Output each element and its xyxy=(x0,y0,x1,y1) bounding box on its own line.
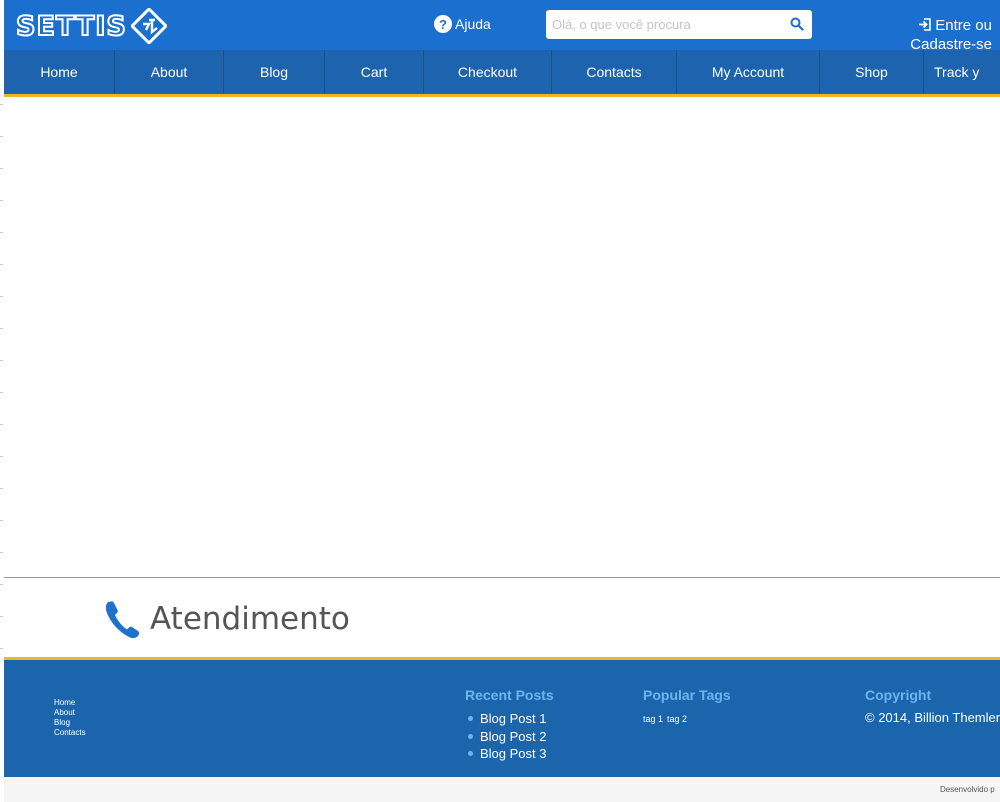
bullet-icon xyxy=(468,716,473,722)
atendimento-title: Atendimento xyxy=(150,601,350,637)
logo-mark-icon xyxy=(130,8,167,44)
login-link[interactable]: Entre ou Cadastre-se xyxy=(852,16,992,54)
nav-item-home[interactable]: Home xyxy=(4,50,115,94)
recent-post-label: Blog Post 3 xyxy=(480,746,547,761)
atendimento-section: Atendimento xyxy=(104,598,350,640)
search-input[interactable] xyxy=(546,11,776,38)
developed-by: Desenvolvido p xyxy=(940,785,995,794)
recent-post-label: Blog Post 2 xyxy=(480,728,547,744)
edge-tick xyxy=(0,424,3,425)
footer-link-contacts[interactable]: Contacts xyxy=(54,728,86,738)
sign-in-icon xyxy=(919,18,932,31)
recent-post-item[interactable]: Blog Post 2 xyxy=(468,728,547,746)
edge-tick xyxy=(0,264,3,265)
edge-tick xyxy=(0,360,3,361)
phone-icon xyxy=(105,601,140,639)
edge-tick xyxy=(0,200,3,201)
recent-post-item[interactable]: Blog Post 1 xyxy=(468,710,547,728)
edge-tick xyxy=(0,392,3,393)
edge-tick xyxy=(0,616,3,617)
footer-link-home[interactable]: Home xyxy=(54,698,86,708)
nav-item-my-account[interactable]: My Account xyxy=(677,50,820,94)
recent-post-item[interactable]: Blog Post 3 xyxy=(468,745,547,763)
copyright-title: Copyright xyxy=(865,687,932,703)
popular-tags-title: Popular Tags xyxy=(643,687,731,703)
edge-tick xyxy=(0,296,3,297)
logo-text: SETTIS xyxy=(15,10,127,43)
edge-tick xyxy=(0,552,3,553)
tag-link[interactable]: tag 1 xyxy=(643,714,663,724)
footer-link-blog[interactable]: Blog xyxy=(54,718,86,728)
nav-item-cart[interactable]: Cart xyxy=(325,50,424,94)
edge-tick xyxy=(0,488,3,489)
bullet-icon xyxy=(468,751,473,757)
edge-tick xyxy=(0,168,3,169)
logo[interactable]: SETTIS xyxy=(15,8,167,44)
nav-item-about[interactable]: About xyxy=(115,50,224,94)
nav-item-checkout[interactable]: Checkout xyxy=(424,50,552,94)
search-box xyxy=(546,10,812,39)
footer: Home About Blog Contacts Recent Posts Bl… xyxy=(4,657,1000,777)
edge-tick xyxy=(0,104,3,105)
nav-item-blog[interactable]: Blog xyxy=(224,50,325,94)
edge-tick xyxy=(0,520,3,521)
top-bar: SETTIS ? Ajuda Entre ou Cadastre-se xyxy=(4,0,1000,53)
search-icon[interactable] xyxy=(790,17,804,31)
edge-tick xyxy=(0,136,3,137)
nav-item-contacts[interactable]: Contacts xyxy=(552,50,677,94)
nav-item-track[interactable]: Track y xyxy=(924,50,1000,94)
edge-tick xyxy=(0,584,3,585)
main-nav: Home About Blog Cart Checkout Contacts M… xyxy=(4,50,1000,97)
main-content xyxy=(4,97,1000,578)
popular-tags: tag 1 tag 2 xyxy=(643,714,691,724)
recent-posts-list: Blog Post 1 Blog Post 2 Blog Post 3 xyxy=(468,710,547,763)
recent-post-label: Blog Post 1 xyxy=(480,711,547,726)
help-label: Ajuda xyxy=(455,16,491,32)
edge-tick xyxy=(0,232,3,233)
content-divider xyxy=(4,577,1000,578)
help-link[interactable]: ? Ajuda xyxy=(434,15,491,33)
edge-tick xyxy=(0,328,3,329)
recent-posts-title: Recent Posts xyxy=(465,687,554,703)
edge-tick xyxy=(0,456,3,457)
bullet-icon xyxy=(468,733,473,739)
edge-tick xyxy=(0,648,3,649)
copyright-text: © 2014, Billion Themler xyxy=(865,710,1000,725)
nav-item-shop[interactable]: Shop xyxy=(820,50,924,94)
bottom-bar: Desenvolvido p xyxy=(4,777,1000,802)
footer-links: Home About Blog Contacts xyxy=(54,698,86,738)
question-icon: ? xyxy=(434,15,452,33)
footer-link-about[interactable]: About xyxy=(54,708,86,718)
tag-link[interactable]: tag 2 xyxy=(667,714,687,724)
